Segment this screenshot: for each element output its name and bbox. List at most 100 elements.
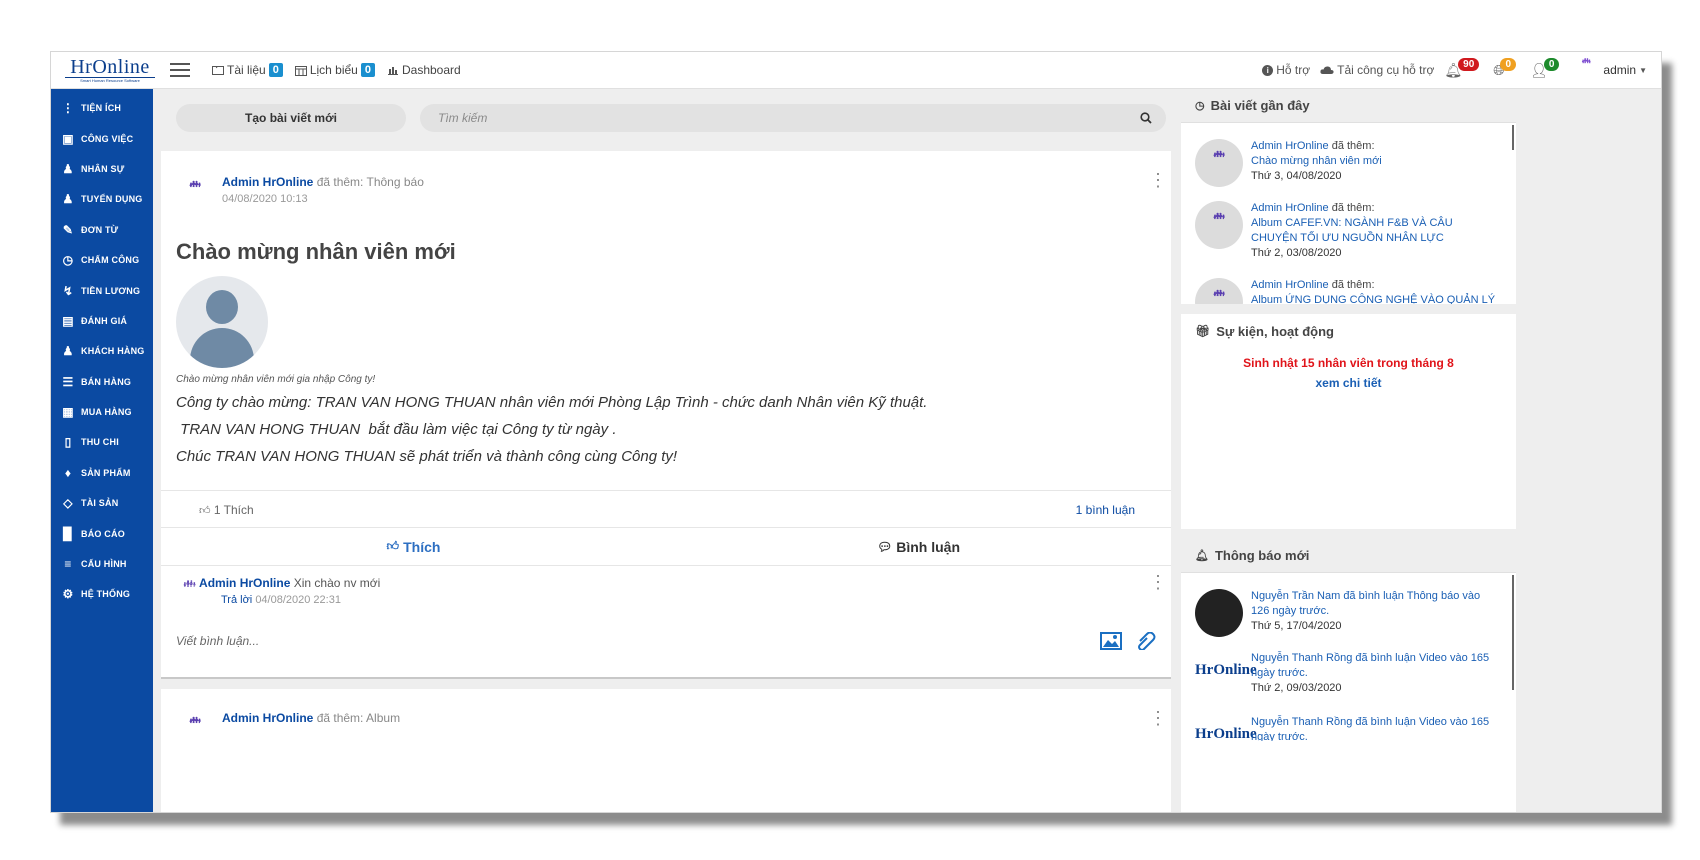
search-box <box>420 104 1166 132</box>
support-label: Hỗ trợ <box>1276 63 1311 77</box>
recent-posts-scrollbar[interactable] <box>1512 125 1514 150</box>
sidebar-item-tai-san[interactable]: ◇ TÀI SẢN <box>51 488 153 518</box>
clock-icon: ◷ <box>1195 100 1205 112</box>
cloud-download-icon <box>1320 66 1334 74</box>
search-icon[interactable] <box>1140 112 1152 124</box>
sidebar-item-ban-hang[interactable]: ☰ BÁN HÀNG <box>51 367 153 397</box>
user-name: admin <box>1603 63 1637 77</box>
menu-icon: ☰ <box>62 374 74 389</box>
recent-post-clip: 👪︎ Admin HrOnline đã thêm: Album ỨNG DỤN… <box>1181 274 1516 304</box>
post-body-line: TRAN VAN HONG THUAN bắt đầu làm việc tại… <box>176 421 617 438</box>
default-avatar-icon <box>176 276 268 368</box>
recent-posts-title: Bài viết gần đây <box>1210 98 1310 113</box>
sidebar-item-he-thong[interactable]: ⚙ HỆ THỐNG <box>51 579 153 609</box>
top-bar: HrOnline Smart Human Resource Software T… <box>51 52 1661 89</box>
like-button[interactable]: 👍︎ Thích <box>161 528 666 565</box>
post-options-icon[interactable]: ⋮ <box>1149 709 1167 727</box>
notification-item[interactable]: HrOnline Nguyễn Thanh Rồng đã bình luận … <box>1181 715 1515 741</box>
nav-dashboard[interactable]: Dashboard <box>387 63 461 77</box>
app-logo[interactable]: HrOnline Smart Human Resource Software <box>60 57 160 84</box>
post-body-line: Chúc TRAN VAN HONG THUAN sẽ phát triển v… <box>176 448 678 465</box>
new-post-button[interactable]: Tạo bài viết mới <box>176 104 406 132</box>
commenter-avatar: 👪︎ <box>183 579 196 590</box>
sidebar-item-tien-ich[interactable]: ⋮ TIỆN ÍCH <box>51 93 153 123</box>
comment-item: 👪︎ Admin HrOnline Xin chào nv mới Trả lờ… <box>183 576 380 606</box>
recent-post-item[interactable]: 👪︎ Admin HrOnline đã thêm: Chào mừng nhâ… <box>1181 139 1396 187</box>
sidebar-item-label: CHẤM CÔNG <box>81 255 140 266</box>
recent-posts-header: ◷ Bài viết gần đây <box>1181 89 1516 123</box>
view-details-link[interactable]: xem chi tiết <box>1181 376 1516 390</box>
documents-count-badge: 0 <box>268 63 283 77</box>
comment-button[interactable]: 💬︎ Bình luận <box>666 528 1171 565</box>
bell-notifications[interactable]: 🔔︎ 90 <box>1444 57 1483 79</box>
paperclip-icon[interactable] <box>1134 632 1156 650</box>
feed-toolbar: Tạo bài viết mới <box>176 104 1166 132</box>
comment-author[interactable]: Admin HrOnline <box>199 576 290 590</box>
sidebar-item-khach-hang[interactable]: ♟ KHÁCH HÀNG <box>51 336 153 366</box>
recent-post-link[interactable]: Album ỨNG DỤNG CÔNG NGHỆ VÀO QUẢN LÝ <box>1251 293 1495 304</box>
sidebar-item-label: TIỀN LƯƠNG <box>81 285 141 296</box>
user-avatar <box>1195 589 1243 637</box>
notifications-panel: 🔔︎ Thông báo mới Nguyễn Trần Nam đã bình… <box>1181 539 1516 812</box>
sidebar-item-label: ĐƠN TỪ <box>81 224 119 235</box>
sidebar-item-san-pham[interactable]: ♦ SẢN PHẨM <box>51 458 153 488</box>
post-author-line: Admin HrOnline đã thêm: Thông báo <box>222 175 424 189</box>
recent-post-item[interactable]: 👪︎ Admin HrOnline đã thêm: Album ỨNG DỤN… <box>1181 278 1509 304</box>
user-avatar: 👪︎ <box>1581 58 1591 65</box>
recent-post-date: Thứ 2, 03/08/2020 <box>1251 247 1342 259</box>
comment-options-icon[interactable]: ⋮ <box>1149 573 1167 591</box>
sidebar-item-don-tu[interactable]: ✎ ĐƠN TỪ <box>51 215 153 245</box>
reply-link[interactable]: Trả lời <box>221 594 252 606</box>
sidebar-item-tien-luong[interactable]: ↯ TIỀN LƯƠNG <box>51 275 153 305</box>
comment-input[interactable] <box>176 634 1088 648</box>
notifications-scrollbar[interactable] <box>1512 575 1514 690</box>
nav-calendar[interactable]: Lịch biểu 0 <box>294 63 375 77</box>
notifications-header: 🔔︎ Thông báo mới <box>1181 539 1516 573</box>
like-count-label: 1 Thích <box>213 503 254 517</box>
globe-notifications[interactable]: 🌐︎ 0 <box>1493 57 1520 79</box>
sidebar-item-nhan-su[interactable]: ♟ NHÂN SỰ <box>51 154 153 184</box>
gift-icon: 🎁︎ <box>1195 324 1211 338</box>
notification-text[interactable]: Nguyễn Trần Nam đã bình luận Thông báo v… <box>1251 589 1501 619</box>
sidebar-item-label: BÁO CÁO <box>81 528 125 539</box>
sidebar-item-tuyen-dung[interactable]: ♟ TUYỂN DỤNG <box>51 184 153 214</box>
comment-icon: 💬︎ <box>876 539 893 554</box>
notification-text[interactable]: Nguyễn Thanh Rồng đã bình luận Video vào… <box>1251 651 1501 681</box>
recent-post-item[interactable]: 👪︎ Admin HrOnline đã thêm: Album CAFEF.V… <box>1181 201 1515 261</box>
notifications-title: Thông báo mới <box>1214 548 1310 563</box>
menu-toggle-icon[interactable] <box>170 63 190 77</box>
sidebar-item-danh-gia[interactable]: ▤ ĐÁNH GIÁ <box>51 306 153 336</box>
post-stats: 👍︎ 1 Thích 1 bình luận <box>161 490 1171 528</box>
support-link[interactable]: i Hỗ trợ <box>1262 63 1310 77</box>
search-input[interactable] <box>438 111 1140 125</box>
sidebar-item-cau-hinh[interactable]: ≡ CẤU HÌNH <box>51 549 153 579</box>
comment-count[interactable]: 1 bình luận <box>1076 503 1135 517</box>
post-options-icon[interactable]: ⋮ <box>1149 171 1167 189</box>
notification-item[interactable]: HrOnline Nguyễn Thanh Rồng đã bình luận … <box>1181 651 1515 699</box>
sidebar-item-cham-cong[interactable]: ◷ CHẤM CÔNG <box>51 245 153 275</box>
user-notifications[interactable]: 👤︎ 0 <box>1530 57 1563 79</box>
recent-post-link[interactable]: Chào mừng nhân viên mới <box>1251 154 1382 169</box>
notification-text[interactable]: Nguyễn Thanh Rồng đã bình luận Video vào… <box>1251 715 1501 741</box>
more-vertical-icon: ⋮ <box>61 101 75 116</box>
sidebar-item-mua-hang[interactable]: ▦ MUA HÀNG <box>51 397 153 427</box>
sidebar-item-bao-cao[interactable]: ▉ BÁO CÁO <box>51 518 153 548</box>
recent-post-author[interactable]: Admin HrOnline <box>1251 202 1329 214</box>
post-caption: Chào mừng nhân viên mới gia nhập Công ty… <box>176 374 376 385</box>
sidebar-item-cong-viec[interactable]: ▣ CÔNG VIỆC <box>51 123 153 153</box>
post-author[interactable]: Admin HrOnline <box>222 711 313 725</box>
sidebar-item-label: THU CHI <box>81 437 119 448</box>
image-upload-icon[interactable] <box>1100 632 1122 650</box>
sidebar-item-thu-chi[interactable]: ▯ THU CHI <box>51 427 153 457</box>
notification-item[interactable]: Nguyễn Trần Nam đã bình luận Thông báo v… <box>1181 589 1515 637</box>
recent-post-link[interactable]: Album CAFEF.VN: NGÀNH F&B VÀ CÂU CHUYỆN … <box>1251 216 1501 246</box>
like-count[interactable]: 👍︎ 1 Thích <box>199 503 254 517</box>
nav-documents[interactable]: Tài liệu 0 <box>212 63 283 77</box>
user-menu[interactable]: 👪︎ admin ▼ <box>1573 58 1647 82</box>
post-author[interactable]: Admin HrOnline <box>222 175 313 189</box>
sidebar-item-label: CẤU HÌNH <box>81 559 127 570</box>
recent-post-author[interactable]: Admin HrOnline <box>1251 279 1329 291</box>
logo-title: HrOnline <box>70 55 150 78</box>
recent-post-author[interactable]: Admin HrOnline <box>1251 140 1329 152</box>
download-tools-link[interactable]: Tải công cụ hỗ trợ <box>1320 63 1434 77</box>
